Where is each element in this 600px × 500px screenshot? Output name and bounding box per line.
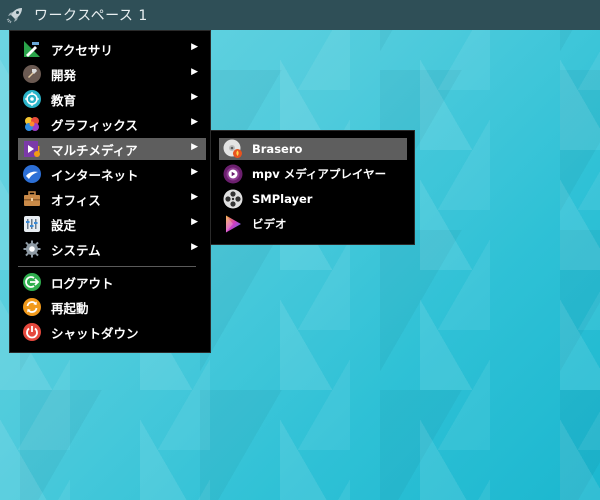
menu-item-settings[interactable]: 設定 ▶	[18, 213, 206, 235]
submenu-item-video[interactable]: ビデオ	[219, 213, 407, 235]
menu-item-reboot[interactable]: 再起動	[18, 296, 206, 318]
submenu-arrow-icon: ▶	[191, 67, 198, 77]
menu-item-logout[interactable]: ログアウト	[18, 271, 206, 293]
video-play-icon	[223, 214, 243, 234]
menu-item-label: システム	[51, 242, 101, 258]
workspace-label[interactable]: ワークスペース 1	[34, 5, 148, 25]
submenu-item-label: ビデオ	[252, 217, 287, 231]
menu-item-internet[interactable]: インターネット ▶	[18, 163, 206, 185]
submenu-item-label: mpv メディアプレイヤー	[252, 167, 387, 181]
logout-icon	[22, 272, 42, 292]
submenu-item-brasero[interactable]: Brasero	[219, 138, 407, 160]
menu-item-graphics[interactable]: グラフィックス ▶	[18, 113, 206, 135]
menu-item-label: オフィス	[51, 192, 101, 208]
menu-item-multimedia[interactable]: マルチメディア ▶	[18, 138, 206, 160]
education-icon	[22, 89, 42, 109]
submenu-arrow-icon: ▶	[191, 42, 198, 52]
application-menu: アクセサリ ▶ 開発 ▶ 教育 ▶ グラフィックス ▶ マルチメディア ▶ イン…	[10, 31, 210, 352]
menu-item-label: グラフィックス	[51, 117, 138, 133]
menu-item-label: アクセサリ	[51, 42, 113, 58]
menu-item-office[interactable]: オフィス ▶	[18, 188, 206, 210]
internet-icon	[22, 164, 42, 184]
menu-item-label: インターネット	[51, 167, 139, 183]
menu-item-shutdown[interactable]: シャットダウン	[18, 321, 206, 343]
system-gear-icon	[22, 239, 42, 259]
development-hammer-icon	[22, 64, 42, 84]
submenu-arrow-icon: ▶	[191, 142, 198, 152]
submenu-item-smplayer[interactable]: SMPlayer	[219, 188, 407, 210]
menu-item-label: マルチメディア	[51, 142, 138, 158]
submenu-item-label: Brasero	[252, 142, 303, 156]
menu-item-label: ログアウト	[51, 275, 114, 291]
menu-item-label: 開発	[51, 67, 77, 83]
multimedia-icon	[22, 139, 42, 159]
office-briefcase-icon	[22, 189, 42, 209]
top-panel: ワークスペース 1	[0, 0, 600, 30]
menu-item-development[interactable]: 開発 ▶	[18, 63, 206, 85]
settings-icon	[22, 214, 42, 234]
menu-separator	[18, 266, 196, 267]
menu-item-education[interactable]: 教育 ▶	[18, 88, 206, 110]
submenu-item-label: SMPlayer	[252, 192, 313, 206]
menu-item-label: シャットダウン	[51, 325, 139, 341]
mpv-icon	[223, 164, 243, 184]
submenu-arrow-icon: ▶	[191, 167, 198, 177]
submenu-arrow-icon: ▶	[191, 117, 198, 127]
menu-item-accessories[interactable]: アクセサリ ▶	[18, 38, 206, 60]
submenu-arrow-icon: ▶	[191, 217, 198, 227]
shutdown-icon	[22, 322, 42, 342]
menu-item-label: 教育	[51, 92, 77, 108]
rocket-icon[interactable]	[0, 0, 30, 30]
graphics-icon	[22, 114, 42, 134]
reboot-icon	[22, 297, 42, 317]
menu-item-label: 再起動	[51, 300, 89, 316]
multimedia-submenu: Brasero mpv メディアプレイヤー SMPlayer ビデオ	[211, 131, 414, 244]
smplayer-film-reel-icon	[223, 189, 243, 209]
accessories-icon	[22, 39, 42, 59]
submenu-arrow-icon: ▶	[191, 242, 198, 252]
submenu-item-mpv[interactable]: mpv メディアプレイヤー	[219, 163, 407, 185]
submenu-arrow-icon: ▶	[191, 192, 198, 202]
menu-item-label: 設定	[51, 217, 77, 233]
brasero-disc-icon	[223, 139, 243, 159]
submenu-arrow-icon: ▶	[191, 92, 198, 102]
menu-item-system[interactable]: システム ▶	[18, 238, 206, 260]
